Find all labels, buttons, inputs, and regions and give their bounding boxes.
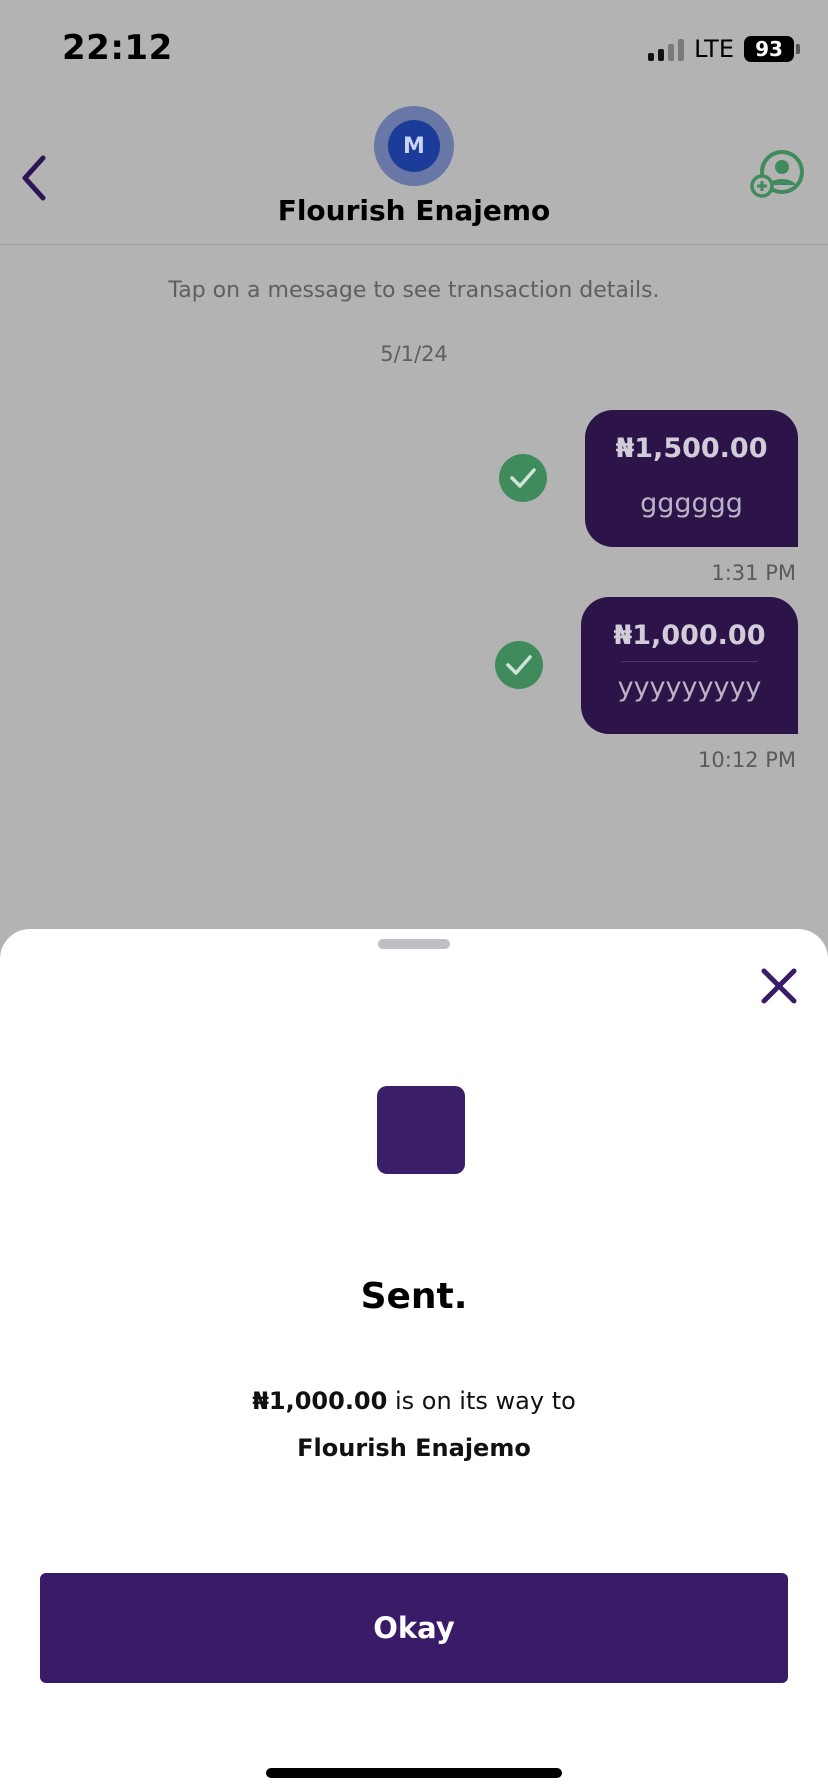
message-bubble[interactable]: ₦1,500.00 gggggg bbox=[585, 410, 798, 547]
message-time: 1:31 PM bbox=[711, 561, 796, 585]
sent-recipient: Flourish Enajemo bbox=[297, 1434, 531, 1462]
avatar[interactable]: M bbox=[374, 106, 454, 186]
success-check-icon bbox=[495, 641, 543, 689]
sheet-recipient-line: Flourish Enajemo bbox=[0, 1425, 828, 1472]
status-bar: 22:12 LTE 93 bbox=[0, 0, 828, 100]
close-icon bbox=[761, 968, 797, 1004]
success-check-icon bbox=[499, 454, 547, 502]
battery-icon: 93 bbox=[744, 36, 800, 62]
network-label: LTE bbox=[694, 35, 734, 63]
message-note: yyyyyyyyy bbox=[617, 672, 762, 703]
signal-icon bbox=[648, 37, 685, 61]
okay-button[interactable]: Okay bbox=[40, 1573, 788, 1683]
message-note: gggggg bbox=[640, 488, 743, 519]
home-indicator bbox=[266, 1768, 562, 1778]
sent-amount: ₦1,000.00 bbox=[252, 1387, 388, 1415]
chat-header: M Flourish Enajemo bbox=[0, 100, 828, 245]
message-amount: ₦1,500.00 bbox=[615, 433, 768, 464]
message-bubble[interactable]: ₦1,000.00 yyyyyyyyy bbox=[581, 597, 798, 734]
avatar-initial: M bbox=[388, 120, 440, 172]
status-time: 22:12 bbox=[62, 28, 173, 68]
contact-name: Flourish Enajemo bbox=[277, 194, 551, 227]
bubble-divider bbox=[621, 661, 758, 662]
sheet-title: Sent. bbox=[360, 1276, 468, 1317]
add-contact-button[interactable] bbox=[750, 148, 810, 200]
add-contact-icon bbox=[750, 150, 804, 198]
close-button[interactable] bbox=[756, 963, 802, 1009]
check-icon bbox=[506, 655, 532, 675]
sheet-message-middle: is on its way to bbox=[394, 1387, 576, 1415]
chat-hint: Tap on a message to see transaction deta… bbox=[168, 278, 660, 303]
message-amount: ₦1,000.00 bbox=[613, 620, 766, 651]
sheet-grabber[interactable] bbox=[378, 939, 450, 949]
date-separator: 5/1/24 bbox=[380, 342, 448, 366]
message-time: 10:12 PM bbox=[698, 748, 796, 772]
sent-bottom-sheet: Sent. ₦1,000.00 is on its way to Flouris… bbox=[0, 929, 828, 1792]
sent-status-icon bbox=[377, 1086, 465, 1174]
status-indicators: LTE 93 bbox=[648, 34, 800, 64]
check-icon bbox=[510, 468, 536, 488]
sheet-message-line: ₦1,000.00 is on its way to bbox=[0, 1378, 828, 1425]
sheet-message: ₦1,000.00 is on its way to Flourish Enaj… bbox=[0, 1378, 828, 1472]
